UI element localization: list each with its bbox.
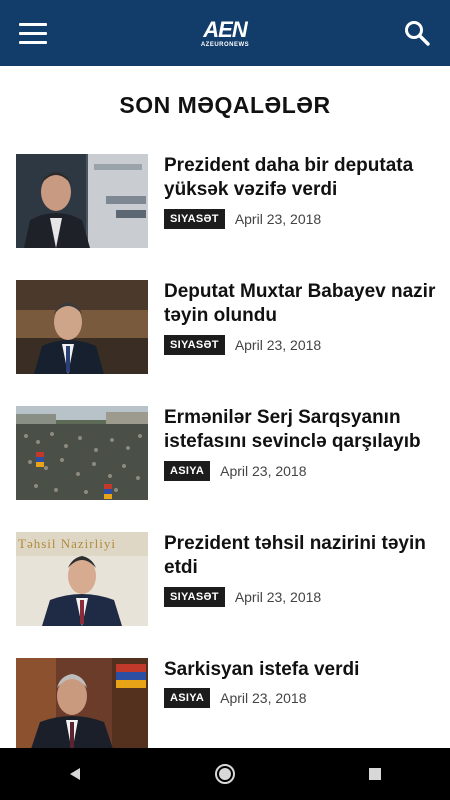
category-badge[interactable]: ASIYA: [164, 688, 211, 708]
home-circle-icon: [215, 764, 235, 784]
article-list: Prezident daha bir deputata yüksək vəzif…: [0, 154, 450, 784]
article-thumbnail[interactable]: [16, 406, 148, 500]
article-item[interactable]: Prezident daha bir deputata yüksək vəzif…: [0, 154, 450, 280]
article-thumbnail[interactable]: [16, 154, 148, 248]
system-navigation-bar: [0, 748, 450, 800]
article-meta: SIYASƏT April 23, 2018: [164, 335, 321, 355]
article-headline[interactable]: Prezident təhsil nazirini təyin etdi: [164, 532, 440, 580]
article-date: April 23, 2018: [220, 463, 307, 479]
article-headline[interactable]: Ermənilər Serj Sarqsyanın istefasını sev…: [164, 406, 440, 454]
category-badge[interactable]: SIYASƏT: [164, 209, 225, 229]
category-badge[interactable]: ASIYA: [164, 461, 211, 481]
article-item[interactable]: Deputat Muxtar Babayev nazir təyin olund…: [0, 280, 450, 406]
article-date: April 23, 2018: [234, 589, 322, 605]
app-header: AEN AZEURONEWS: [0, 0, 450, 66]
home-button[interactable]: [195, 748, 255, 800]
menu-button[interactable]: [8, 0, 58, 66]
article-thumbnail[interactable]: [16, 280, 148, 374]
article-headline[interactable]: Prezident daha bir deputata yüksək vəzif…: [164, 154, 440, 202]
article-headline[interactable]: Sarkisyan istefa verdi: [164, 658, 440, 682]
search-button[interactable]: [392, 0, 442, 66]
logo-subtitle: AZEURONEWS: [200, 41, 250, 48]
section-title: SON MƏQALƏLƏR: [119, 92, 331, 118]
article-meta: ASIYA April 23, 2018: [164, 688, 307, 708]
recents-square-icon: [369, 768, 381, 780]
back-button[interactable]: [45, 748, 105, 800]
article-item[interactable]: Ermənilər Serj Sarqsyanın istefasını sev…: [0, 406, 450, 532]
recents-button[interactable]: [345, 748, 405, 800]
article-item[interactable]: Təhsil Nazirliyi Prezident təhsil naziri…: [0, 532, 450, 658]
article-date: April 23, 2018: [220, 690, 307, 706]
article-meta: SIYASƏT April 23, 2018: [164, 209, 321, 229]
category-badge[interactable]: SIYASƏT: [164, 335, 225, 355]
article-thumbnail[interactable]: [16, 658, 148, 752]
article-date: April 23, 2018: [234, 211, 322, 227]
article-thumbnail[interactable]: Təhsil Nazirliyi: [16, 532, 148, 626]
logo-mark: AEN: [203, 16, 247, 42]
back-triangle-icon: [70, 768, 80, 780]
article-headline[interactable]: Deputat Muxtar Babayev nazir təyin olund…: [164, 280, 440, 328]
search-icon: [405, 21, 430, 46]
app-logo[interactable]: AEN AZEURONEWS: [200, 16, 250, 48]
article-meta: SIYASƏT April 23, 2018: [164, 587, 321, 607]
hamburger-menu-icon: [19, 22, 47, 44]
thumbnail-caption: Təhsil Nazirliyi: [18, 536, 116, 551]
article-date: April 23, 2018: [234, 337, 322, 353]
article-meta: ASIYA April 23, 2018: [164, 461, 307, 481]
category-badge[interactable]: SIYASƏT: [164, 587, 225, 607]
